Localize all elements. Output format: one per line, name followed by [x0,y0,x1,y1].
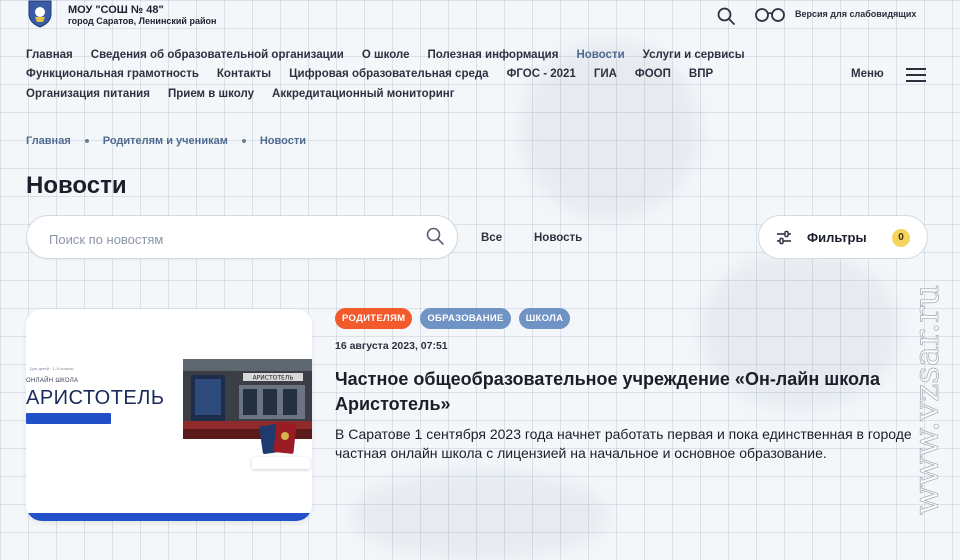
search-icon[interactable] [425,226,445,246]
nav-item-fgos[interactable]: ФГОС - 2021 [507,68,576,80]
nav-item-vpr[interactable]: ВПР [689,68,713,80]
news-tags: РОДИТЕЛЯМ ОБРАЗОВАНИЕ ШКОЛА [335,308,571,329]
main-nav-row-3: Организация питания Прием в школу Аккред… [26,88,455,100]
nav-item-about[interactable]: О школе [362,49,410,61]
breadcrumb-news[interactable]: Новости [260,135,306,147]
thumbnail-note-card [252,457,310,469]
building-sign-text: АРИСТОТЕЛЬ [253,375,294,382]
nav-item-admission[interactable]: Прием в школу [168,88,254,100]
passport-image [259,422,297,454]
nav-item-food[interactable]: Организация питания [26,88,150,100]
filter-tab-news[interactable]: Новость [534,232,582,244]
school-crest-logo[interactable] [26,0,54,28]
breadcrumb-separator [241,139,246,143]
news-title-link[interactable]: Частное общеобразовательное учреждение «… [335,367,925,417]
glasses-icon[interactable] [754,6,786,24]
nav-item-home[interactable]: Главная [26,49,73,61]
tag-school[interactable]: ШКОЛА [518,308,571,329]
low-vision-link[interactable]: Версия для слабовидящих [795,9,916,19]
main-nav-row-2: Функциональная грамотность Контакты Цифр… [26,68,713,80]
news-excerpt: В Саратове 1 сентября 2023 года начнет р… [335,426,912,461]
search-icon[interactable] [716,6,736,26]
nav-item-org-info[interactable]: Сведения об образовательной организации [91,49,344,61]
breadcrumb-parents[interactable]: Родителям и ученикам [103,135,228,147]
news-search-box [26,215,458,259]
nav-item-digital-env[interactable]: Цифровая образовательная среда [289,68,488,80]
news-thumbnail[interactable]: Для детей · 1–9 классы ОНЛАЙН ШКОЛА АРИС… [26,309,312,521]
school-subtitle: город Саратов, Ленинский район [68,16,217,26]
sliders-icon [777,230,791,245]
filter-tab-all[interactable]: Все [481,232,502,244]
thumbnail-tag-text: Для детей · 1–9 классы [30,366,74,371]
site-watermark: www.vzsar.ru [907,284,948,515]
filters-button[interactable]: Фильтры 0 [758,215,928,259]
tag-parents[interactable]: РОДИТЕЛЯМ [335,308,413,329]
thumbnail-small-text: ОНЛАЙН ШКОЛА [26,378,79,384]
nav-item-accreditation[interactable]: Аккредитационный мониторинг [272,88,455,100]
tag-education[interactable]: ОБРАЗОВАНИЕ [420,308,511,329]
breadcrumb: Главная Родителям и ученикам Новости [26,135,306,147]
news-date: 16 августа 2023, 07:51 [335,340,448,352]
nav-item-foop[interactable]: ФООП [635,68,671,80]
thumbnail-bottom-bar [26,513,312,521]
school-title[interactable]: МОУ "СОШ № 48" [68,4,164,16]
nav-item-gia[interactable]: ГИА [594,68,617,80]
page-title: Новости [26,172,127,199]
thumbnail-cta-graphic [26,413,111,424]
main-nav-row-1: Главная Сведения об образовательной орга… [26,49,745,61]
site-header: МОУ "СОШ № 48" город Саратов, Ленинский … [0,0,960,34]
menu-button-label[interactable]: Меню [851,68,884,80]
nav-item-services[interactable]: Услуги и сервисы [643,49,745,61]
breadcrumb-home[interactable]: Главная [26,135,71,147]
nav-item-news[interactable]: Новости [576,49,624,61]
breadcrumb-separator [84,139,89,143]
news-search-input[interactable] [47,228,421,250]
thumbnail-brand-text: АРИСТОТЕЛЬ [26,387,165,409]
hamburger-menu-icon[interactable] [906,68,926,82]
watermark-text: www.vzsar.ru [907,285,947,515]
nav-item-useful-info[interactable]: Полезная информация [427,49,558,61]
nav-item-contacts[interactable]: Контакты [217,68,271,80]
filters-label: Фильтры [807,230,867,245]
nav-item-literacy[interactable]: Функциональная грамотность [26,68,199,80]
